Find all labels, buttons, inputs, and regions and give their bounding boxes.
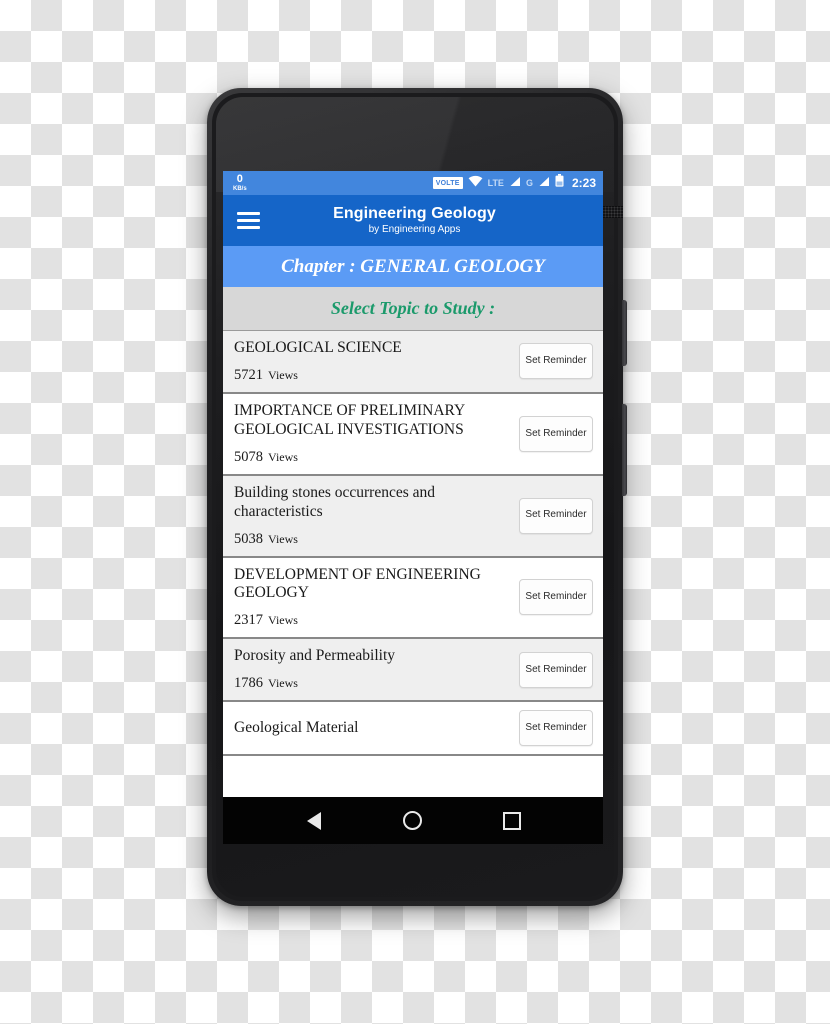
set-reminder-button[interactable]: Set Reminder bbox=[519, 497, 593, 534]
topic-info: GEOLOGICAL SCIENCE 5721 Views bbox=[234, 339, 519, 384]
topic-views-label: Views bbox=[268, 613, 298, 628]
topic-title: DEVELOPMENT OF ENGINEERING GEOLOGY bbox=[234, 565, 481, 602]
power-button[interactable] bbox=[622, 300, 627, 366]
topic-views: 5721 Views bbox=[234, 366, 511, 384]
topic-info: Geological Material bbox=[234, 719, 519, 738]
select-topic-text: Select Topic to Study : bbox=[330, 298, 496, 318]
topic-list-item[interactable]: IMPORTANCE OF PRELIMINARY GEOLOGICAL INV… bbox=[223, 393, 603, 476]
status-bar: 0 KB/s VOLTE LTE G 2:23 bbox=[223, 171, 603, 195]
set-reminder-button[interactable]: Set Reminder bbox=[519, 343, 593, 380]
topic-views-label: Views bbox=[268, 676, 298, 691]
app-title: Engineering Geology bbox=[333, 204, 496, 222]
set-reminder-button[interactable]: Set Reminder bbox=[519, 710, 593, 747]
status-bar-icons: VOLTE LTE G 2:23 bbox=[432, 174, 596, 192]
topic-title: GEOLOGICAL SCIENCE bbox=[234, 339, 402, 356]
home-circle-icon[interactable] bbox=[396, 804, 430, 838]
network-speed-unit: KB/s bbox=[233, 186, 247, 192]
hamburger-line bbox=[237, 212, 260, 215]
recents-square-icon[interactable] bbox=[495, 804, 529, 838]
topic-views-count: 5078 bbox=[234, 448, 263, 465]
topic-info: IMPORTANCE OF PRELIMINARY GEOLOGICAL INV… bbox=[234, 402, 519, 466]
phone-screen: 0 KB/s VOLTE LTE G 2:23 Engineering Geol… bbox=[223, 171, 603, 844]
wifi-icon bbox=[468, 174, 483, 192]
topic-list-item[interactable]: GEOLOGICAL SCIENCE 5721 Views Set Reminder bbox=[223, 331, 603, 394]
hamburger-line bbox=[237, 219, 260, 222]
topic-views-label: Views bbox=[268, 367, 298, 382]
hamburger-line bbox=[237, 226, 260, 229]
app-bar-titles: Engineering Geology by Engineering Apps bbox=[260, 204, 603, 235]
topic-views: 5038 Views bbox=[234, 530, 511, 548]
chapter-banner-text: Chapter : GENERAL GEOLOGY bbox=[281, 255, 545, 277]
back-triangle-icon[interactable] bbox=[297, 804, 331, 838]
topic-title: Building stones occurrences and characte… bbox=[234, 483, 436, 520]
volte-badge-icon: VOLTE bbox=[432, 177, 463, 189]
topic-views: 1786 Views bbox=[234, 674, 511, 692]
topic-list[interactable]: GEOLOGICAL SCIENCE 5721 Views Set Reminder I… bbox=[223, 331, 603, 836]
topic-info: DEVELOPMENT OF ENGINEERING GEOLOGY 2317 Vi… bbox=[234, 566, 519, 630]
network-speed-value: 0 bbox=[236, 173, 243, 185]
topic-list-item[interactable]: Porosity and Permeability 1786 Views Set Re… bbox=[223, 639, 603, 703]
lte-label: LTE bbox=[487, 177, 504, 188]
volume-rocker-button[interactable] bbox=[622, 404, 627, 496]
topic-title: IMPORTANCE OF PRELIMINARY GEOLOGICAL INV… bbox=[234, 401, 465, 438]
topic-views-count: 5038 bbox=[234, 530, 263, 547]
android-navigation-bar bbox=[223, 797, 603, 844]
set-reminder-button[interactable]: Set Reminder bbox=[519, 579, 593, 616]
topic-list-item[interactable]: DEVELOPMENT OF ENGINEERING GEOLOGY 2317 Vi… bbox=[223, 557, 603, 640]
app-subtitle: by Engineering Apps bbox=[368, 223, 461, 235]
battery-icon bbox=[555, 174, 564, 192]
topic-views: 2317 Views bbox=[234, 611, 511, 629]
topic-list-item[interactable]: Geological Material Set Reminder bbox=[223, 702, 603, 757]
topic-info: Porosity and Permeability 1786 Views bbox=[234, 647, 519, 692]
set-reminder-button[interactable]: Set Reminder bbox=[519, 651, 593, 688]
gprs-label: G bbox=[525, 177, 533, 188]
topic-info: Building stones occurrences and characte… bbox=[234, 484, 519, 548]
topic-views-label: Views bbox=[268, 449, 298, 464]
status-bar-clock: 2:23 bbox=[571, 176, 596, 190]
topic-views: 5078 Views bbox=[234, 448, 511, 466]
chapter-banner: Chapter : GENERAL GEOLOGY bbox=[223, 246, 603, 287]
topic-title: Geological Material bbox=[234, 718, 359, 736]
topic-views-label: Views bbox=[268, 531, 298, 546]
topic-list-item[interactable]: Building stones occurrences and characte… bbox=[223, 475, 603, 558]
topic-views-count: 2317 bbox=[234, 612, 263, 629]
topic-views-count: 1786 bbox=[234, 675, 263, 692]
topic-views-count: 5721 bbox=[234, 366, 263, 383]
set-reminder-button[interactable]: Set Reminder bbox=[519, 415, 593, 452]
app-bar: Engineering Geology by Engineering Apps bbox=[223, 195, 603, 246]
select-topic-header: Select Topic to Study : bbox=[223, 287, 603, 331]
hamburger-menu-icon[interactable] bbox=[237, 212, 260, 229]
sim2-signal-bars-icon bbox=[538, 174, 550, 192]
network-speed-indicator: 0 KB/s bbox=[233, 173, 247, 193]
sim1-signal-bars-icon bbox=[509, 174, 521, 192]
topic-title: Porosity and Permeability bbox=[234, 647, 396, 665]
